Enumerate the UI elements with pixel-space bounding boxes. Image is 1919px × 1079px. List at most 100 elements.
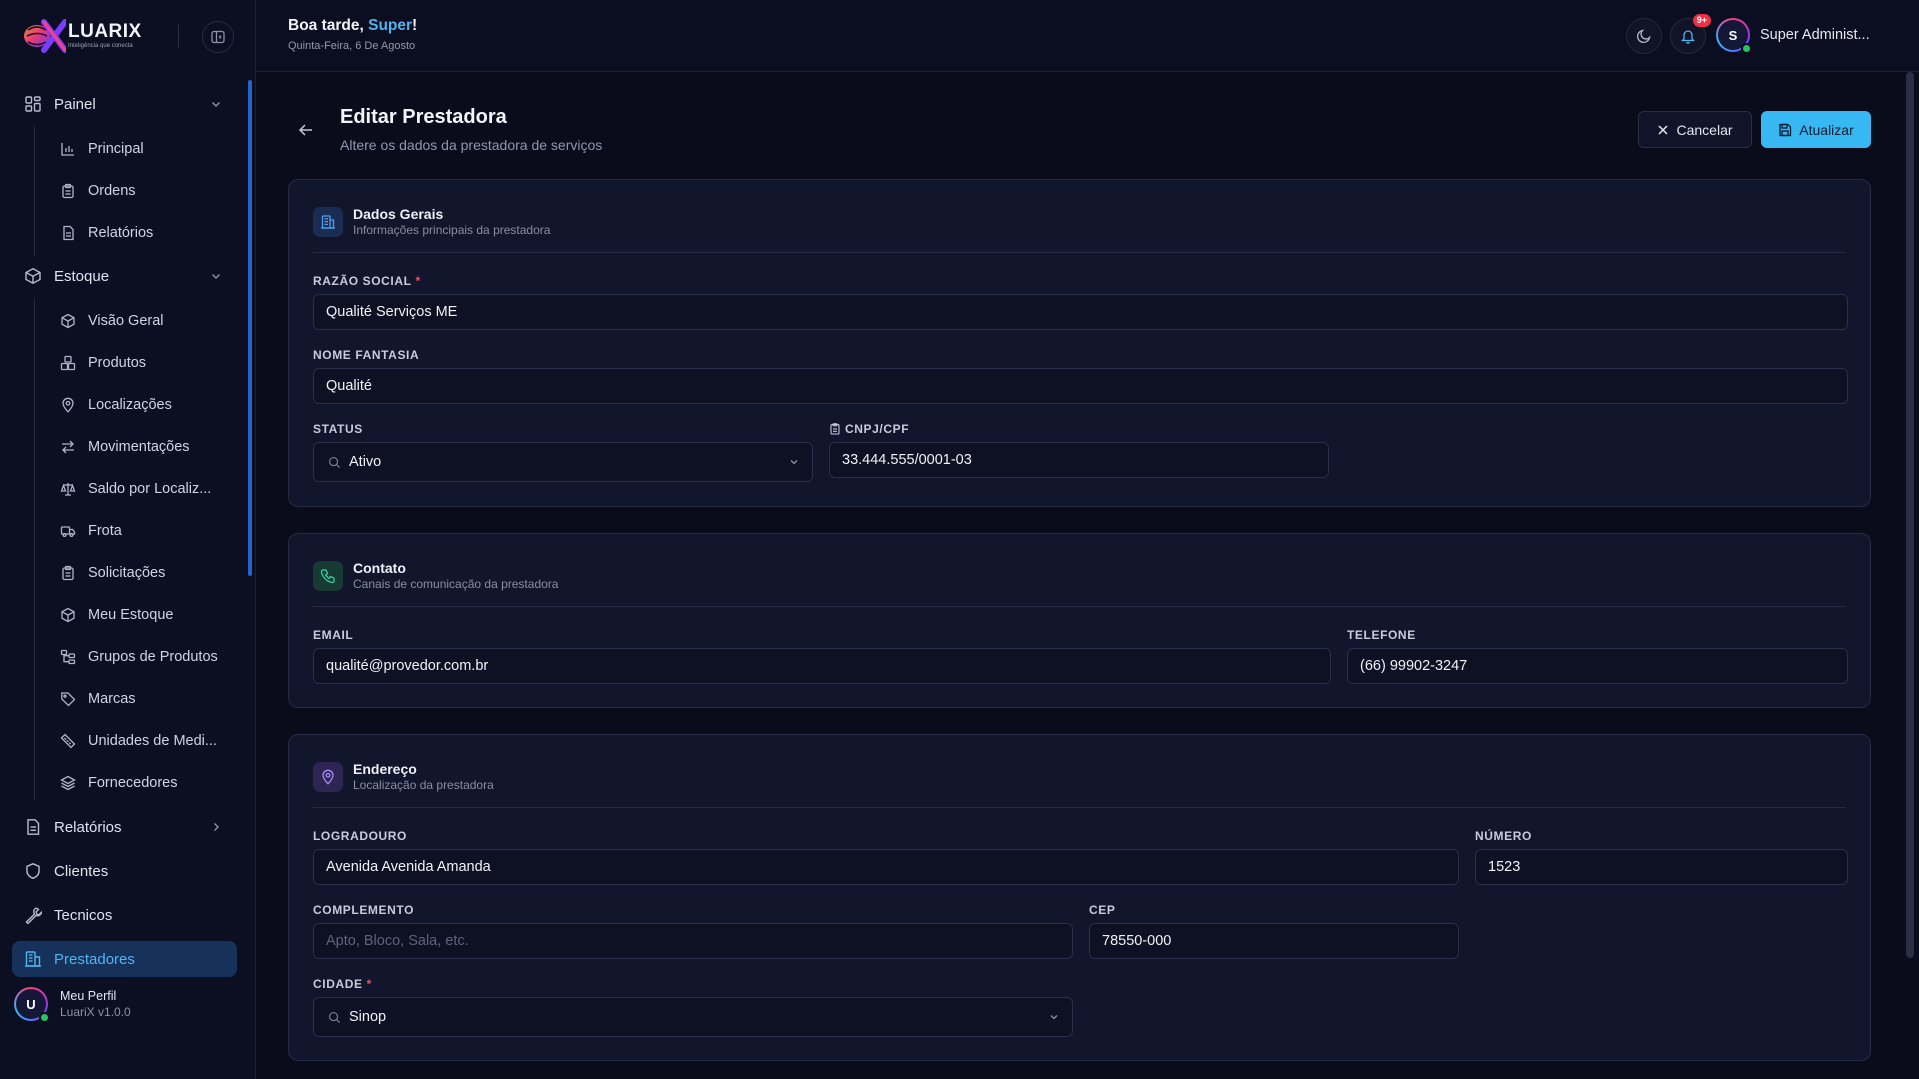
- card-description: Canais de comunicação da prestadora: [353, 577, 559, 591]
- sidebar-section-relatorios[interactable]: Relatórios: [12, 809, 237, 845]
- sidebar: LUARIX Inteligência que conecta Painel P…: [0, 0, 256, 1079]
- nome-fantasia-input[interactable]: Qualité: [313, 368, 1848, 404]
- sidebar-item-ordens[interactable]: Ordens: [50, 173, 240, 209]
- submenu-guide-line: [34, 298, 35, 800]
- cidade-select[interactable]: Sinop: [313, 997, 1073, 1037]
- razao-social-input[interactable]: Qualité Serviços ME: [313, 294, 1848, 330]
- greeting-suffix: !: [412, 17, 418, 34]
- package-icon: [61, 607, 75, 623]
- notifications-button[interactable]: 9+: [1670, 14, 1711, 54]
- back-button[interactable]: [292, 116, 320, 144]
- sidebar-item-label: Grupos de Produtos: [88, 649, 218, 665]
- card-title: Contato: [353, 560, 406, 576]
- numero-input[interactable]: 1523: [1475, 849, 1848, 885]
- cep-input[interactable]: 78550-000: [1089, 923, 1459, 959]
- theme-toggle-button[interactable]: [1626, 18, 1662, 54]
- required-asterisk: *: [366, 977, 372, 991]
- box-icon: [25, 268, 41, 284]
- telefone-input[interactable]: (66) 99902-3247: [1347, 648, 1848, 684]
- sidebar-item-label: Fornecedores: [88, 775, 178, 791]
- sidebar-section-label: Estoque: [54, 267, 110, 285]
- page-subtitle: Altere os dados da prestadora de serviço…: [340, 137, 603, 153]
- sidebar-item-label: Visão Geral: [88, 313, 164, 329]
- brand-tagline: Inteligência que conecta: [68, 43, 133, 49]
- sidebar-section-estoque[interactable]: Estoque: [12, 258, 237, 294]
- search-icon: [328, 1011, 341, 1023]
- tag-icon: [61, 692, 76, 707]
- sidebar-item-frota[interactable]: Frota: [50, 513, 240, 549]
- email-label: EMAIL: [313, 628, 354, 642]
- sidebar-item-movimentacoes[interactable]: Movimentações: [50, 429, 240, 465]
- page-scrollbar[interactable]: [1906, 72, 1914, 958]
- cidade-selected-value: Sinop: [349, 1009, 387, 1025]
- sidebar-item-label: Meu Estoque: [88, 607, 174, 623]
- numero-label: NÚMERO: [1475, 829, 1532, 843]
- sidebar-item-clientes[interactable]: Clientes: [12, 853, 237, 889]
- clipboard-icon: [62, 183, 74, 199]
- sidebar-item-marcas[interactable]: Marcas: [50, 681, 240, 717]
- sidebar-item-label: Saldo por Localiz...: [88, 481, 212, 497]
- cancel-button[interactable]: Cancelar: [1638, 111, 1752, 148]
- search-icon: [328, 456, 341, 468]
- moon-icon: [1636, 29, 1651, 44]
- sidebar-item-produtos[interactable]: Produtos: [50, 345, 240, 381]
- sidebar-item-label: Principal: [88, 141, 144, 157]
- complemento-label: COMPLEMENTO: [313, 903, 415, 917]
- cep-label: CEP: [1089, 903, 1116, 917]
- logradouro-label: LOGRADOURO: [313, 829, 407, 843]
- sidebar-section-label: Tecnicos: [54, 906, 113, 924]
- status-selected-value: Ativo: [349, 454, 382, 470]
- sidebar-item-prestadores[interactable]: Prestadores: [12, 941, 237, 977]
- sidebar-item-visao-geral[interactable]: Visão Geral: [50, 303, 240, 339]
- sidebar-section-label: Prestadores: [54, 950, 135, 968]
- cnpj-label-text: CNPJ/CPF: [845, 422, 910, 436]
- sidebar-collapse-button[interactable]: [202, 21, 234, 53]
- email-input[interactable]: qualité@provedor.com.br: [313, 648, 1331, 684]
- update-button[interactable]: Atualizar: [1761, 111, 1871, 148]
- sidebar-item-fornecedores[interactable]: Fornecedores: [50, 765, 240, 801]
- sidebar-item-meu-estoque[interactable]: Meu Estoque: [50, 597, 240, 633]
- shield-icon: [26, 863, 40, 879]
- sidebar-item-unidades-de-medida[interactable]: Unidades de Medi...: [50, 723, 240, 759]
- status-select[interactable]: Ativo: [313, 442, 813, 482]
- boxes-icon: [60, 355, 76, 371]
- building-icon: [313, 207, 343, 237]
- online-status-dot: [39, 1012, 50, 1023]
- sidebar-section-painel[interactable]: Painel: [12, 86, 237, 122]
- sidebar-section-label: Relatórios: [54, 818, 122, 836]
- sidebar-item-label: Frota: [88, 523, 122, 539]
- sidebar-scrollbar[interactable]: [248, 80, 252, 576]
- submenu-guide-line: [34, 126, 35, 256]
- dashboard-grid-icon: [25, 96, 41, 112]
- sidebar-profile[interactable]: U Meu Perfil LuariX v1.0.0: [14, 984, 234, 1024]
- greeting: Boa tarde, Super!: [288, 17, 417, 35]
- razao-social-label-text: RAZÃO SOCIAL: [313, 274, 412, 288]
- sidebar-item-principal[interactable]: Principal: [50, 131, 240, 167]
- chevron-right-icon: [214, 823, 219, 831]
- user-name: Super Administ...: [1760, 27, 1870, 43]
- map-pin-icon: [313, 762, 343, 792]
- sidebar-section-label: Clientes: [54, 862, 109, 880]
- card-divider: [313, 606, 1846, 607]
- sidebar-item-tecnicos[interactable]: Tecnicos: [12, 897, 237, 933]
- sidebar-item-saldo-por-localizacao[interactable]: Saldo por Localiz...: [50, 471, 240, 507]
- chevron-down-icon: [212, 274, 220, 279]
- sidebar-item-solicitacoes[interactable]: Solicitações: [50, 555, 240, 591]
- sidebar-item-localizacoes[interactable]: Localizações: [50, 387, 240, 423]
- user-menu[interactable]: S Super Administ...: [1716, 18, 1870, 54]
- sidebar-item-grupos-de-produtos[interactable]: Grupos de Produtos: [50, 639, 240, 675]
- cnpj-input[interactable]: 33.444.555/0001-03: [829, 442, 1329, 478]
- card-title: Dados Gerais: [353, 206, 444, 222]
- cancel-button-label: Cancelar: [1676, 121, 1733, 138]
- logradouro-input[interactable]: Avenida Avenida Amanda: [313, 849, 1459, 885]
- sidebar-item-label: Relatórios: [88, 225, 154, 241]
- ruler-icon: [60, 733, 76, 749]
- cnpj-label: CNPJ/CPF: [829, 422, 909, 436]
- cidade-label: CIDADE *: [313, 977, 372, 991]
- complemento-input[interactable]: Apto, Bloco, Sala, etc.: [313, 923, 1073, 959]
- razao-social-label: RAZÃO SOCIAL *: [313, 274, 421, 288]
- building-icon: [25, 951, 41, 967]
- sidebar-item-relatorios-painel[interactable]: Relatórios: [50, 215, 240, 251]
- arrow-left-icon: [298, 124, 312, 136]
- chevron-down-icon: [1050, 1015, 1058, 1020]
